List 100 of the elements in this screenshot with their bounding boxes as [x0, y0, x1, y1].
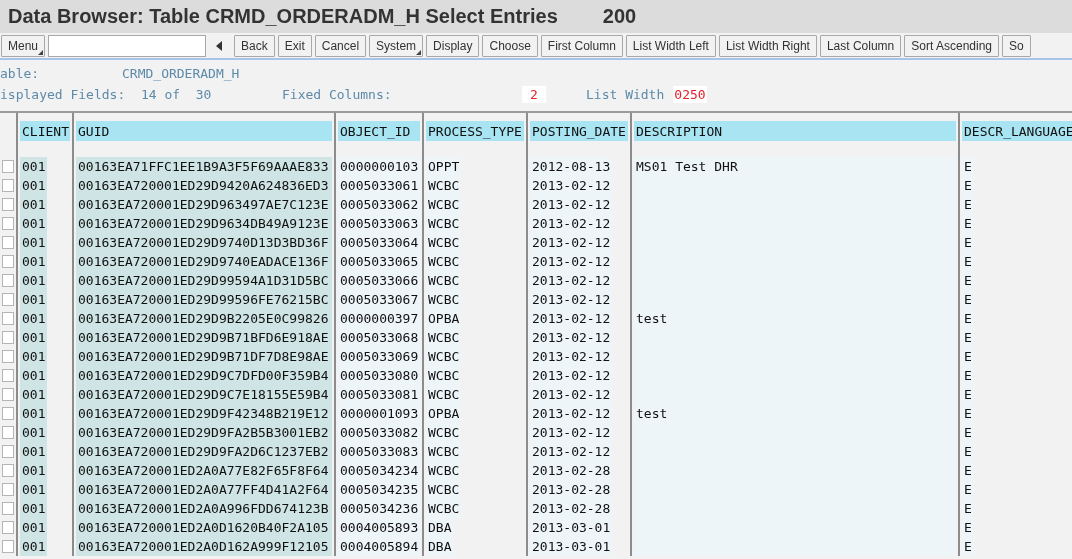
- row-checkbox[interactable]: [2, 179, 14, 192]
- row-checkbox[interactable]: [2, 331, 14, 344]
- table-cell: 00163EA720001ED29D9634DB49A9123E: [76, 214, 332, 233]
- row-checkbox[interactable]: [2, 198, 14, 211]
- table-cell: 0005033065: [338, 252, 421, 271]
- table-cell: E: [962, 404, 974, 423]
- fixed-columns-label: Fixed Columns:: [282, 87, 393, 102]
- table-cell: MS01 Test DHR: [634, 157, 956, 176]
- toolbar-button[interactable]: Last Column: [819, 34, 902, 57]
- column-header[interactable]: CLIENT: [20, 121, 70, 141]
- table-cell: 0005033061: [338, 176, 421, 195]
- row-checkbox[interactable]: [2, 274, 14, 287]
- table-cell: 00163EA720001ED2A0A77E82F65F8F64: [76, 461, 332, 480]
- fields-label: isplayed Fields:: [0, 87, 127, 102]
- collapse-arrow-icon[interactable]: [215, 40, 224, 51]
- table-cell: 001: [20, 309, 48, 328]
- table-cell: 00163EA720001ED29D9740EADACE136F: [76, 252, 332, 271]
- row-checkbox[interactable]: [2, 293, 14, 306]
- column-header[interactable]: OBJECT_ID: [338, 121, 420, 141]
- row-checkbox[interactable]: [2, 217, 14, 230]
- column-header[interactable]: PROCESS_TYPE: [426, 121, 524, 141]
- table-cell: WCBC: [426, 195, 462, 214]
- row-checkbox[interactable]: [2, 312, 14, 325]
- table-cell: DBA: [426, 518, 454, 537]
- table-cell: 0005033069: [338, 347, 421, 366]
- menu-button[interactable]: Menu: [1, 34, 46, 57]
- table-cell: WCBC: [426, 328, 462, 347]
- table-cell: 00163EA720001ED29D9740D13D3BD36F: [76, 233, 332, 252]
- row-checkbox[interactable]: [2, 483, 14, 496]
- table-cell: 0005033067: [338, 290, 421, 309]
- table-cell: 2013-02-12: [530, 176, 613, 195]
- toolbar-button[interactable]: Sort Ascending: [904, 34, 999, 57]
- row-checkbox[interactable]: [2, 407, 14, 420]
- table-cell: 00163EA720001ED2A0D1620B40F2A105: [76, 518, 332, 537]
- table-cell: OPPT: [426, 157, 462, 176]
- table-cell: 00163EA720001ED29D9C7E18155E59B4: [76, 385, 332, 404]
- row-checkbox[interactable]: [2, 255, 14, 268]
- table-cell: E: [962, 385, 974, 404]
- column-header[interactable]: DESCR_LANGUAGE: [962, 121, 1072, 141]
- table-cell: 00163EA720001ED29D963497AE7C123E: [76, 195, 332, 214]
- table-cell: 00163EA720001ED29D9420A624836ED3: [76, 176, 332, 195]
- row-checkbox[interactable]: [2, 350, 14, 363]
- table-cell: E: [962, 195, 974, 214]
- toolbar-button[interactable]: Choose: [482, 34, 538, 57]
- row-checkbox[interactable]: [2, 426, 14, 439]
- table-cell: E: [962, 518, 974, 537]
- table-cell: 0005033082: [338, 423, 421, 442]
- table-cell: OPBA: [426, 309, 462, 328]
- table-cell: 2013-02-12: [530, 195, 613, 214]
- table-cell: E: [962, 271, 974, 290]
- fields-count: 14 of 30: [141, 87, 213, 102]
- table-cell: E: [962, 347, 974, 366]
- toolbar-button[interactable]: List Width Left: [625, 34, 716, 57]
- row-checkbox[interactable]: [2, 502, 14, 515]
- column-header[interactable]: GUID: [76, 121, 332, 141]
- toolbar-button[interactable]: Exit: [277, 34, 312, 57]
- table-cell: 0005033080: [338, 366, 421, 385]
- row-checkbox[interactable]: [2, 236, 14, 249]
- table-cell: 001: [20, 461, 48, 480]
- table-cell: 2013-03-01: [530, 518, 613, 537]
- row-checkbox[interactable]: [2, 521, 14, 534]
- table-cell: E: [962, 252, 974, 271]
- toolbar-button[interactable]: So: [1002, 34, 1031, 57]
- table-cell: WCBC: [426, 442, 462, 461]
- table-cell: E: [962, 537, 974, 556]
- column-header[interactable]: POSTING_DATE: [530, 121, 628, 141]
- table-cell: 0005033066: [338, 271, 421, 290]
- row-checkbox[interactable]: [2, 540, 14, 553]
- table-cell: E: [962, 176, 974, 195]
- table-cell: 0005034234: [338, 461, 421, 480]
- table-cell: WCBC: [426, 385, 462, 404]
- table-cell: 0005033068: [338, 328, 421, 347]
- table-cell: 0005033064: [338, 233, 421, 252]
- fixed-columns-value: 2: [522, 86, 546, 103]
- toolbar-button[interactable]: Display: [426, 34, 480, 57]
- menu-button[interactable]: System: [369, 34, 424, 57]
- toolbar-button[interactable]: Cancel: [314, 34, 367, 57]
- table-cell: E: [962, 309, 974, 328]
- table-cell: 2013-02-28: [530, 480, 613, 499]
- toolbar-button[interactable]: List Width Right: [718, 34, 817, 57]
- row-checkbox[interactable]: [2, 445, 14, 458]
- table-cell: 001: [20, 518, 48, 537]
- row-checkbox[interactable]: [2, 388, 14, 401]
- table-cell: E: [962, 328, 974, 347]
- table-cell: WCBC: [426, 423, 462, 442]
- table-cell: 00163EA720001ED2A0D162A999F12105: [76, 537, 332, 556]
- row-checkbox[interactable]: [2, 464, 14, 477]
- table-cell: 00163EA720001ED2A0A77FF4D41A2F64: [76, 480, 332, 499]
- row-checkbox[interactable]: [2, 369, 14, 382]
- list-width-value: 0250: [673, 86, 707, 103]
- table-cell: WCBC: [426, 176, 462, 195]
- table-cell: 001: [20, 366, 48, 385]
- row-checkbox[interactable]: [2, 160, 14, 173]
- table-cell: 001: [20, 290, 48, 309]
- toolbar-button[interactable]: Back: [234, 34, 275, 57]
- table-cell: E: [962, 480, 974, 499]
- table-cell: WCBC: [426, 271, 462, 290]
- command-field[interactable]: [48, 34, 207, 57]
- column-header[interactable]: DESCRIPTION: [634, 121, 956, 141]
- toolbar-button[interactable]: First Column: [540, 34, 623, 57]
